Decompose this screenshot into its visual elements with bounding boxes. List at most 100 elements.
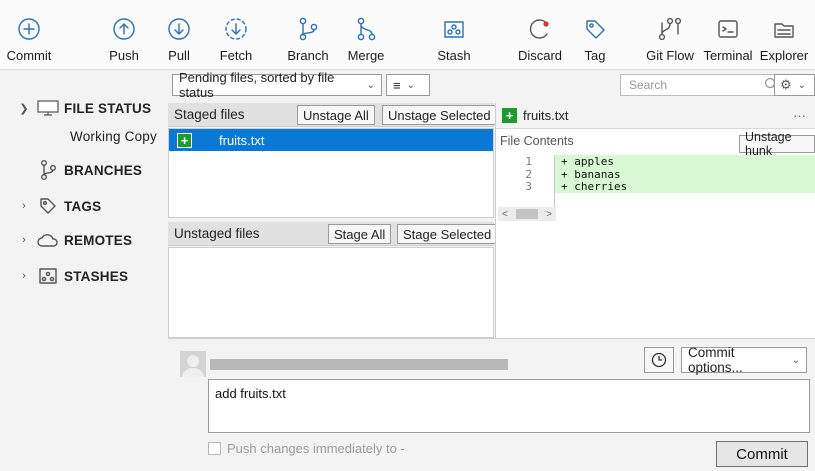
fetch-toolbar-label: Fetch <box>219 48 253 63</box>
diff-line: 2 + bananas <box>496 167 815 181</box>
chevron-right-icon[interactable]: › <box>18 200 30 212</box>
fetch-toolbar-button[interactable]: Fetch <box>218 0 254 70</box>
branch-toolbar-label: Branch <box>287 48 329 63</box>
branch-toolbar-button[interactable]: Branch <box>285 0 331 70</box>
explorer-toolbar-label: Explorer <box>759 48 809 63</box>
sidebar-item-working-copy[interactable]: Working Copy <box>66 123 157 149</box>
stash-toolbar-button[interactable]: Stash <box>434 0 474 70</box>
git-flow-toolbar-button[interactable]: Git Flow <box>644 0 696 70</box>
sidebar-item-remotes[interactable]: › REMOTES <box>0 227 132 253</box>
sidebar-item-tags[interactable]: › TAGS <box>0 193 101 219</box>
unstage-selected-button[interactable]: Unstage Selected <box>382 105 497 125</box>
terminal-icon <box>713 12 743 46</box>
sidebar-item-branches[interactable]: BRANCHES <box>0 157 142 183</box>
push-immediately-checkbox[interactable] <box>208 442 221 455</box>
scroll-right-icon[interactable]: > <box>546 209 552 220</box>
diff-file-name: fruits.txt <box>523 108 569 123</box>
commit-toolbar-label: Commit <box>6 48 52 63</box>
horizontal-scrollbar[interactable]: < > <box>498 207 556 221</box>
stash-icon <box>36 266 60 286</box>
merge-icon <box>351 12 381 46</box>
chevron-down-icon: ⌄ <box>406 79 415 91</box>
discard-icon <box>525 12 555 46</box>
stash-icon <box>439 12 469 46</box>
line-content: + bananas <box>554 167 815 181</box>
chevron-down-icon: ⌄ <box>791 354 800 366</box>
sort-dropdown[interactable]: Pending files, sorted by file status ⌄ <box>172 70 382 100</box>
merge-toolbar-label: Merge <box>347 48 385 63</box>
unstage-hunk-button[interactable]: Unstage hunk <box>739 130 815 158</box>
stash-toolbar-label: Stash <box>437 48 471 63</box>
git-flow-icon <box>655 12 685 46</box>
line-number: 1 <box>496 155 554 168</box>
stage-all-button[interactable]: Stage All <box>328 224 392 244</box>
staged-file-row[interactable]: + fruits.txt <box>169 129 493 151</box>
monitor-icon <box>36 98 60 118</box>
line-number: 2 <box>496 167 554 181</box>
settings-dropdown[interactable]: ⚙ ⌄ <box>774 74 815 96</box>
sidebar-tags-label: TAGS <box>64 198 102 214</box>
tag-toolbar-button[interactable]: Tag <box>580 0 610 70</box>
sidebar: ❯ FILE STATUS Working Copy BRANCHES › TA… <box>0 71 168 471</box>
scroll-left-icon[interactable]: < <box>502 209 508 220</box>
diff-panel: + fruits.txt ··· File Contents Unstage h… <box>495 103 815 338</box>
avatar <box>180 351 206 377</box>
commit-options-dropdown[interactable]: Commit options... ⌄ <box>681 345 807 375</box>
chevron-right-icon[interactable]: › <box>18 270 30 282</box>
push-toolbar-label: Push <box>109 48 139 63</box>
stage-selected-button[interactable]: Stage Selected <box>397 224 498 244</box>
commit-options-label: Commit options... <box>688 345 743 375</box>
pull-toolbar-button[interactable]: Pull <box>164 0 194 70</box>
commit-message-text: add fruits.txt <box>215 386 286 401</box>
file-added-icon: + <box>502 108 517 123</box>
sidebar-item-file-status[interactable]: ❯ FILE STATUS <box>0 95 151 121</box>
history-icon[interactable] <box>644 347 674 373</box>
search-placeholder: Search <box>629 78 668 92</box>
cloud-icon <box>36 230 60 250</box>
line-number: 3 <box>496 180 554 193</box>
sidebar-item-stashes[interactable]: › STASHES <box>0 263 128 289</box>
tag-toolbar-label: Tag <box>584 48 606 63</box>
explorer-toolbar-button[interactable]: Explorer <box>760 0 808 70</box>
folder-icon <box>769 12 799 46</box>
fetch-icon <box>221 12 251 46</box>
commit-button[interactable]: Commit <box>716 441 808 467</box>
diff-title-bar: + fruits.txt ··· <box>496 103 815 129</box>
staged-files-list: + fruits.txt <box>168 128 494 218</box>
sidebar-remotes-label: REMOTES <box>64 232 133 248</box>
push-immediately-label: Push changes immediately to - <box>227 441 405 456</box>
line-content: + cherries <box>554 180 815 193</box>
commit-icon <box>14 12 44 46</box>
search-input[interactable]: Search <box>620 74 780 96</box>
chevron-right-icon[interactable]: › <box>18 234 30 246</box>
scroll-thumb[interactable] <box>516 209 538 219</box>
commit-toolbar-button[interactable]: Commit <box>6 0 52 70</box>
unstaged-files-list <box>168 247 494 338</box>
more-options-icon[interactable]: ··· <box>793 108 806 123</box>
commit-message-field[interactable]: add fruits.txt <box>208 379 810 433</box>
merge-toolbar-button[interactable]: Merge <box>343 0 389 70</box>
tag-icon <box>36 196 60 216</box>
author-redacted <box>210 359 508 370</box>
discard-toolbar-label: Discard <box>517 48 563 63</box>
discard-toolbar-button[interactable]: Discard <box>516 0 564 70</box>
pull-toolbar-label: Pull <box>168 48 190 63</box>
file-added-icon: + <box>177 132 192 148</box>
chevron-down-icon[interactable]: ❯ <box>18 102 30 115</box>
view-mode-dropdown[interactable]: ≡ ⌄ <box>386 74 430 96</box>
branch-icon <box>293 12 323 46</box>
diff-line: 1 + apples <box>496 155 815 168</box>
filter-bar: Pending files, sorted by file status ⌄ ≡… <box>168 70 815 100</box>
push-immediately-option[interactable]: Push changes immediately to - <box>208 441 405 456</box>
sidebar-file-status-label: FILE STATUS <box>64 100 152 116</box>
push-toolbar-button[interactable]: Push <box>104 0 144 70</box>
git-flow-toolbar-label: Git Flow <box>646 48 694 63</box>
commit-area: Commit options... ⌄ add fruits.txt Push … <box>168 338 815 471</box>
terminal-toolbar-button[interactable]: Terminal <box>702 0 754 70</box>
sidebar-branches-label: BRANCHES <box>64 162 143 178</box>
branch-icon <box>36 160 60 180</box>
unstage-all-button[interactable]: Unstage All <box>297 105 375 125</box>
diff-code: 1 + apples 2 + bananas 3 + cherries <box>496 155 815 213</box>
line-content: + apples <box>554 155 815 168</box>
staged-files-title: Staged files <box>174 107 245 122</box>
